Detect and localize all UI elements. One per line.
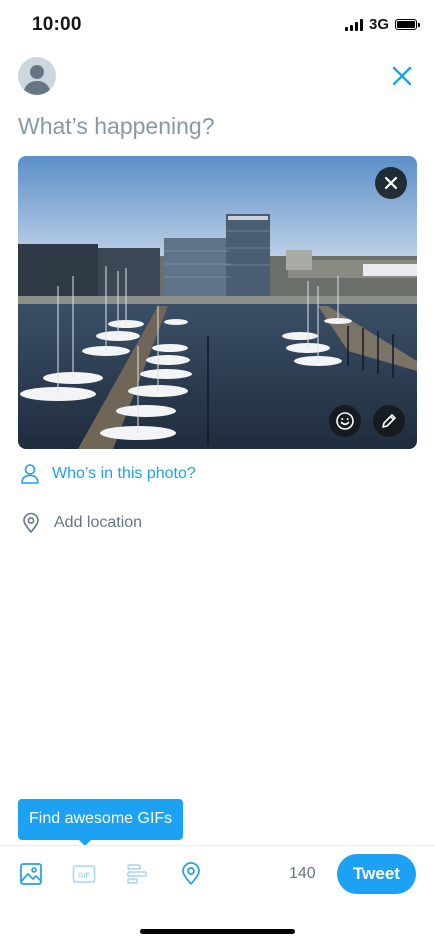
signal-icon xyxy=(344,18,363,31)
battery-icon xyxy=(395,19,420,30)
avatar[interactable] xyxy=(18,57,56,95)
remove-photo-button[interactable] xyxy=(375,167,407,199)
tag-people-row[interactable]: Who’s in this photo? xyxy=(20,463,196,485)
pencil-icon xyxy=(382,414,396,428)
status-indicators: 3G xyxy=(344,16,420,33)
add-poll-button[interactable] xyxy=(126,862,150,886)
close-icon xyxy=(392,66,412,86)
add-location-row[interactable]: Add location xyxy=(20,512,142,534)
character-count: 140 xyxy=(289,865,316,882)
close-button[interactable] xyxy=(389,63,415,89)
compose-input[interactable]: What’s happening? xyxy=(18,113,215,140)
gif-tooltip: Find awesome GIFs xyxy=(18,799,184,840)
gif-label: GIF xyxy=(78,873,90,880)
add-gif-button[interactable]: GIF xyxy=(72,862,96,886)
smiley-icon xyxy=(336,412,354,430)
toolbar-location-button[interactable] xyxy=(179,862,203,886)
home-indicator[interactable] xyxy=(140,929,295,934)
tag-people-label: Who’s in this photo? xyxy=(52,465,196,482)
network-label: 3G xyxy=(368,16,389,33)
edit-photo-button[interactable] xyxy=(373,405,405,437)
add-location-label: Add location xyxy=(54,514,143,531)
add-image-button[interactable] xyxy=(19,862,43,886)
harbor-photo xyxy=(18,156,417,449)
person-icon xyxy=(21,464,39,484)
close-icon xyxy=(384,176,398,190)
gif-icon: GIF xyxy=(72,865,96,883)
add-sticker-button[interactable] xyxy=(329,405,361,437)
status-time: 10:00 xyxy=(32,14,82,35)
attached-photo[interactable] xyxy=(18,156,417,449)
location-pin-icon xyxy=(182,862,200,885)
image-icon xyxy=(20,863,42,885)
tweet-button[interactable]: Tweet xyxy=(337,854,416,894)
location-pin-icon xyxy=(23,512,39,533)
avatar-icon xyxy=(23,65,51,95)
poll-icon xyxy=(127,864,147,884)
toolbar-divider xyxy=(0,845,435,846)
